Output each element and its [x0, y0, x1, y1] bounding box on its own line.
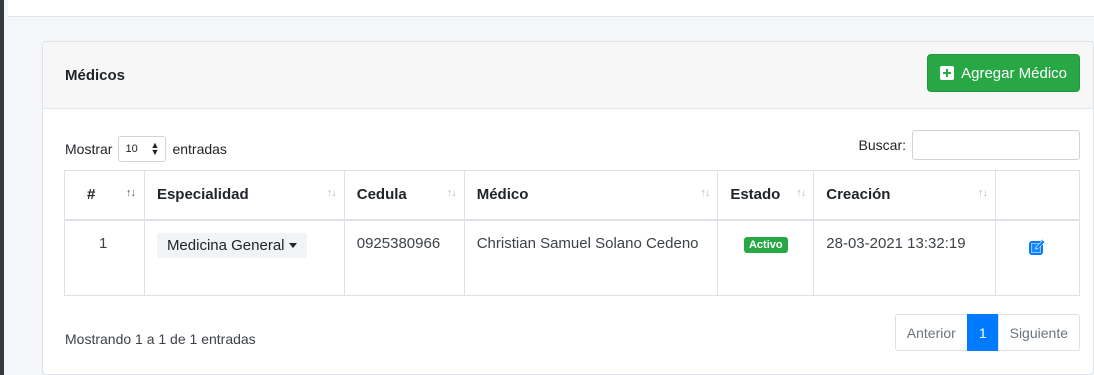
col-cedula-label: Cedula — [356, 186, 407, 204]
col-cedula[interactable]: Cedula ↑↓ — [343, 170, 465, 221]
plus-square-icon — [940, 66, 955, 80]
col-especialidad[interactable]: Especialidad ↑↓ — [143, 170, 345, 221]
page-left-border — [0, 0, 4, 375]
sort-icon: ↑↓ — [326, 187, 337, 199]
length-control: Mostrar 10 ▲ ▼ entradas — [65, 136, 227, 162]
page-size-select[interactable]: 10 ▲ ▼ — [118, 136, 167, 162]
col-medico[interactable]: Médico ↑↓ — [463, 170, 719, 221]
row-cedula: 0925380966 — [343, 219, 465, 296]
especialidad-dropdown[interactable]: Medicina General — [156, 232, 307, 258]
row-medico: Christian Samuel Solano Cedeno — [463, 219, 719, 296]
medicos-card: Médicos Agregar Médico Mostrar 10 ▲ ▼ ent… — [42, 41, 1094, 375]
sort-icon: ↑↓ — [700, 187, 710, 199]
caret-down-icon — [288, 242, 297, 248]
col-estado-label: Estado — [730, 186, 781, 204]
sort-icon: ↑↓ — [125, 187, 136, 199]
table-row: 1 Medicina General 0925380966 Christian … — [64, 219, 1080, 296]
prev-page-button[interactable]: Anterior — [894, 314, 968, 351]
page-1-button[interactable]: 1 — [966, 314, 999, 351]
next-page-button[interactable]: Siguiente — [997, 314, 1080, 351]
status-badge: Activo — [743, 236, 788, 253]
show-prefix: Mostrar — [65, 141, 113, 157]
card-title: Médicos — [65, 67, 126, 84]
col-creacion-label: Creación — [826, 186, 891, 204]
search-label: Buscar: — [858, 137, 906, 153]
pagination: Anterior 1 Siguiente — [894, 314, 1080, 351]
edit-icon[interactable] — [1029, 239, 1046, 259]
add-medico-label: Agregar Médico — [961, 64, 1067, 82]
search-input[interactable] — [912, 130, 1080, 160]
col-especialidad-label: Especialidad — [156, 186, 249, 204]
col-number-label: # — [87, 186, 96, 204]
table-info: Mostrando 1 a 1 de 1 entradas — [65, 331, 256, 347]
sort-icon: ↑↓ — [796, 187, 806, 199]
row-especialidad: Medicina General — [143, 219, 345, 296]
row-creacion: 28-03-2021 13:32:19 — [813, 219, 997, 296]
sort-icon: ↑↓ — [978, 187, 988, 199]
show-suffix: entradas — [172, 141, 227, 157]
row-estado: Activo — [717, 219, 815, 296]
medicos-table: # ↑↓ Especialidad ↑↓ Cedula ↑↓ Médico ↑↓ Est… — [64, 170, 1080, 296]
add-medico-button[interactable]: Agregar Médico — [927, 54, 1080, 92]
col-number[interactable]: # ↑↓ — [64, 170, 145, 221]
table-header-row: # ↑↓ Especialidad ↑↓ Cedula ↑↓ Médico ↑↓ Est… — [64, 170, 1080, 221]
col-actions — [995, 170, 1080, 221]
col-creacion[interactable]: Creación ↑↓ — [813, 170, 997, 221]
row-actions — [995, 219, 1080, 296]
search-control: Buscar: — [859, 130, 1080, 160]
col-estado[interactable]: Estado ↑↓ — [717, 170, 815, 221]
especialidad-value: Medicina General — [166, 236, 285, 254]
col-medico-label: Médico — [476, 186, 529, 204]
top-bar — [8, 0, 1094, 17]
row-number: 1 — [64, 219, 145, 296]
card-header: Médicos Agregar Médico — [43, 42, 1093, 109]
updown-arrows-icon: ▲ ▼ — [150, 140, 160, 157]
sort-icon: ↑↓ — [446, 187, 457, 199]
page-size-value: 10 — [125, 143, 138, 155]
